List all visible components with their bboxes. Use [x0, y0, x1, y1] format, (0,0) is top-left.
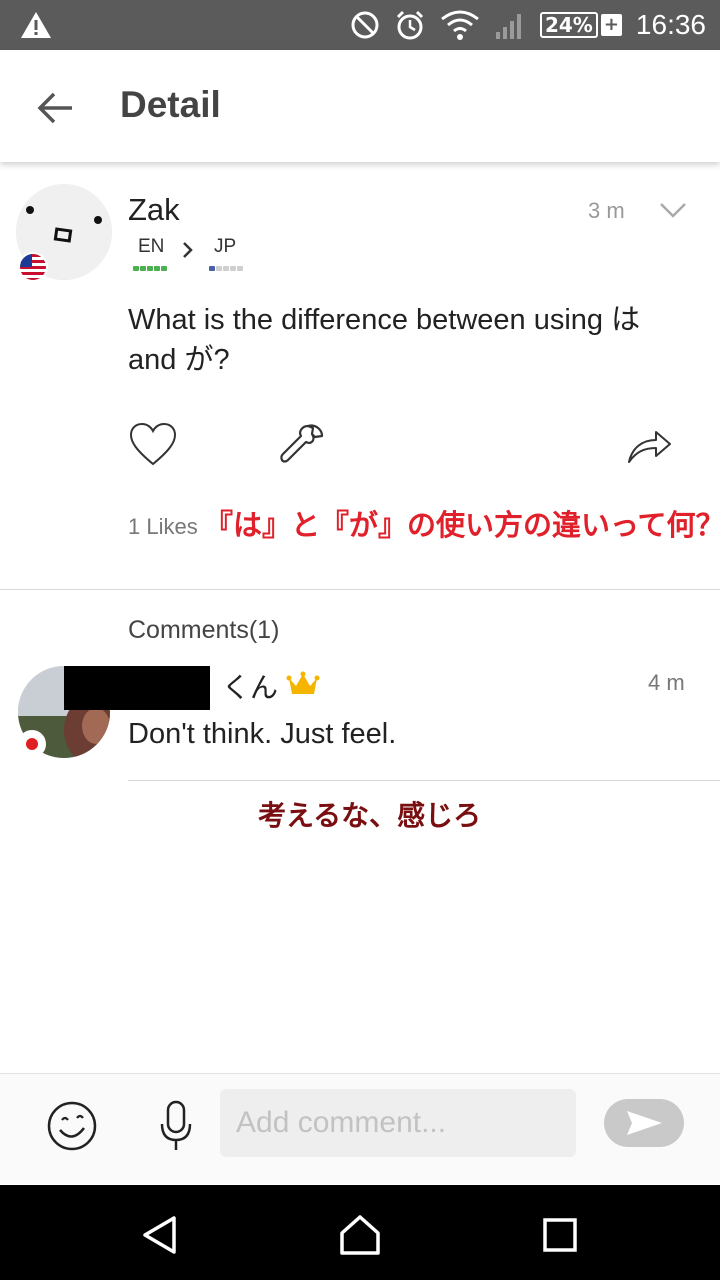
cell-signal-icon [495, 14, 521, 39]
divider [128, 780, 720, 781]
comment-time: 4 m [648, 670, 685, 695]
chevron-right-icon [183, 242, 193, 258]
comment-input[interactable] [220, 1089, 576, 1157]
send-button[interactable] [604, 1099, 684, 1147]
page-title: Detail [120, 84, 221, 125]
question-annotation: 『は』と『が』の使い方の違いって何？ [204, 508, 720, 542]
learning-language: JP [214, 236, 237, 257]
app-bar: Detail [0, 50, 720, 162]
charging-icon: + [600, 14, 622, 36]
comment-annotation: 考えるな、感じろ [258, 799, 482, 832]
battery-indicator: 24% + [539, 12, 622, 38]
microphone-icon[interactable] [158, 1100, 194, 1152]
status-bar: 24% + 16:36 [0, 0, 720, 50]
jp-flag-icon [18, 730, 46, 758]
native-language: EN [138, 236, 165, 257]
nav-back-icon[interactable] [140, 1215, 180, 1255]
post-time: 3 m [588, 198, 625, 223]
wifi-icon [441, 10, 479, 40]
redacted-username [64, 666, 210, 710]
do-not-disturb-icon [351, 11, 379, 39]
emoji-icon[interactable] [46, 1100, 98, 1152]
heart-icon[interactable] [128, 420, 178, 470]
wrench-icon[interactable] [278, 420, 328, 470]
native-level-bar [133, 266, 167, 271]
navigation-bar [0, 1185, 720, 1280]
commenter-name-suffix: くん [222, 671, 279, 704]
comments-header: Comments(1) [128, 616, 280, 644]
back-arrow-icon[interactable] [34, 86, 78, 130]
us-flag-icon [18, 252, 48, 282]
post-text: What is the difference between using は a… [128, 304, 641, 376]
alarm-icon [396, 10, 424, 40]
post-author-name[interactable]: Zak [128, 192, 180, 228]
battery-level: 24% [539, 12, 598, 38]
chevron-down-icon[interactable] [658, 200, 688, 220]
warning-icon [21, 12, 51, 38]
crown-icon [286, 671, 320, 694]
clock: 16:36 [635, 9, 706, 40]
nav-home-icon[interactable] [338, 1213, 382, 1257]
comment-text: Don't think. Just feel. [128, 718, 397, 750]
send-icon [627, 1111, 662, 1135]
share-icon[interactable] [624, 420, 674, 470]
learning-level-bar [209, 266, 243, 271]
divider [0, 589, 720, 590]
likes-count[interactable]: 1 Likes [128, 514, 198, 540]
status-icons: 24% + 16:36 [350, 0, 706, 50]
nav-recents-icon[interactable] [542, 1217, 578, 1253]
